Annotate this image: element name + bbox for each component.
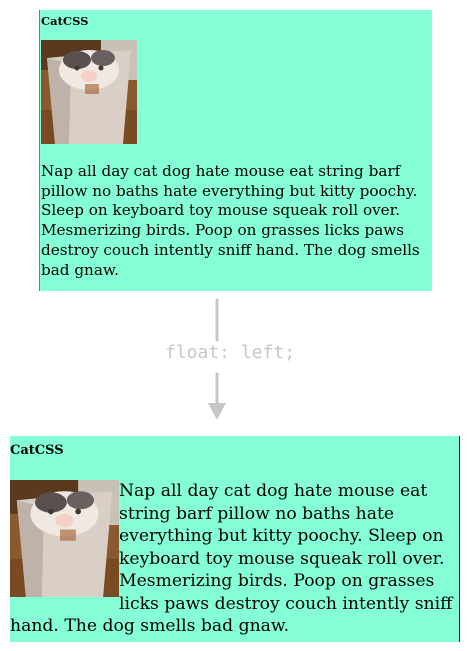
panel-title: CatCSS [41,14,89,28]
floated-content: Nap all day cat dog hate mouse eat strin… [10,480,459,638]
paragraph-text: Nap all day cat dog hate mouse eat strin… [41,162,420,279]
after-float-panel: CatCSS Nap all day cat dog hate mouse ea… [10,436,460,642]
cat-photo-icon [10,480,119,597]
cat-photo-icon [41,40,137,144]
cat-in-box-image [41,40,137,144]
before-float-panel: CatCSS Nap all day cat dog hate mouse ea… [39,10,432,291]
panel-title: CatCSS [10,443,64,458]
float-left-label: float: left; [163,342,298,363]
cat-in-box-image [10,480,119,597]
